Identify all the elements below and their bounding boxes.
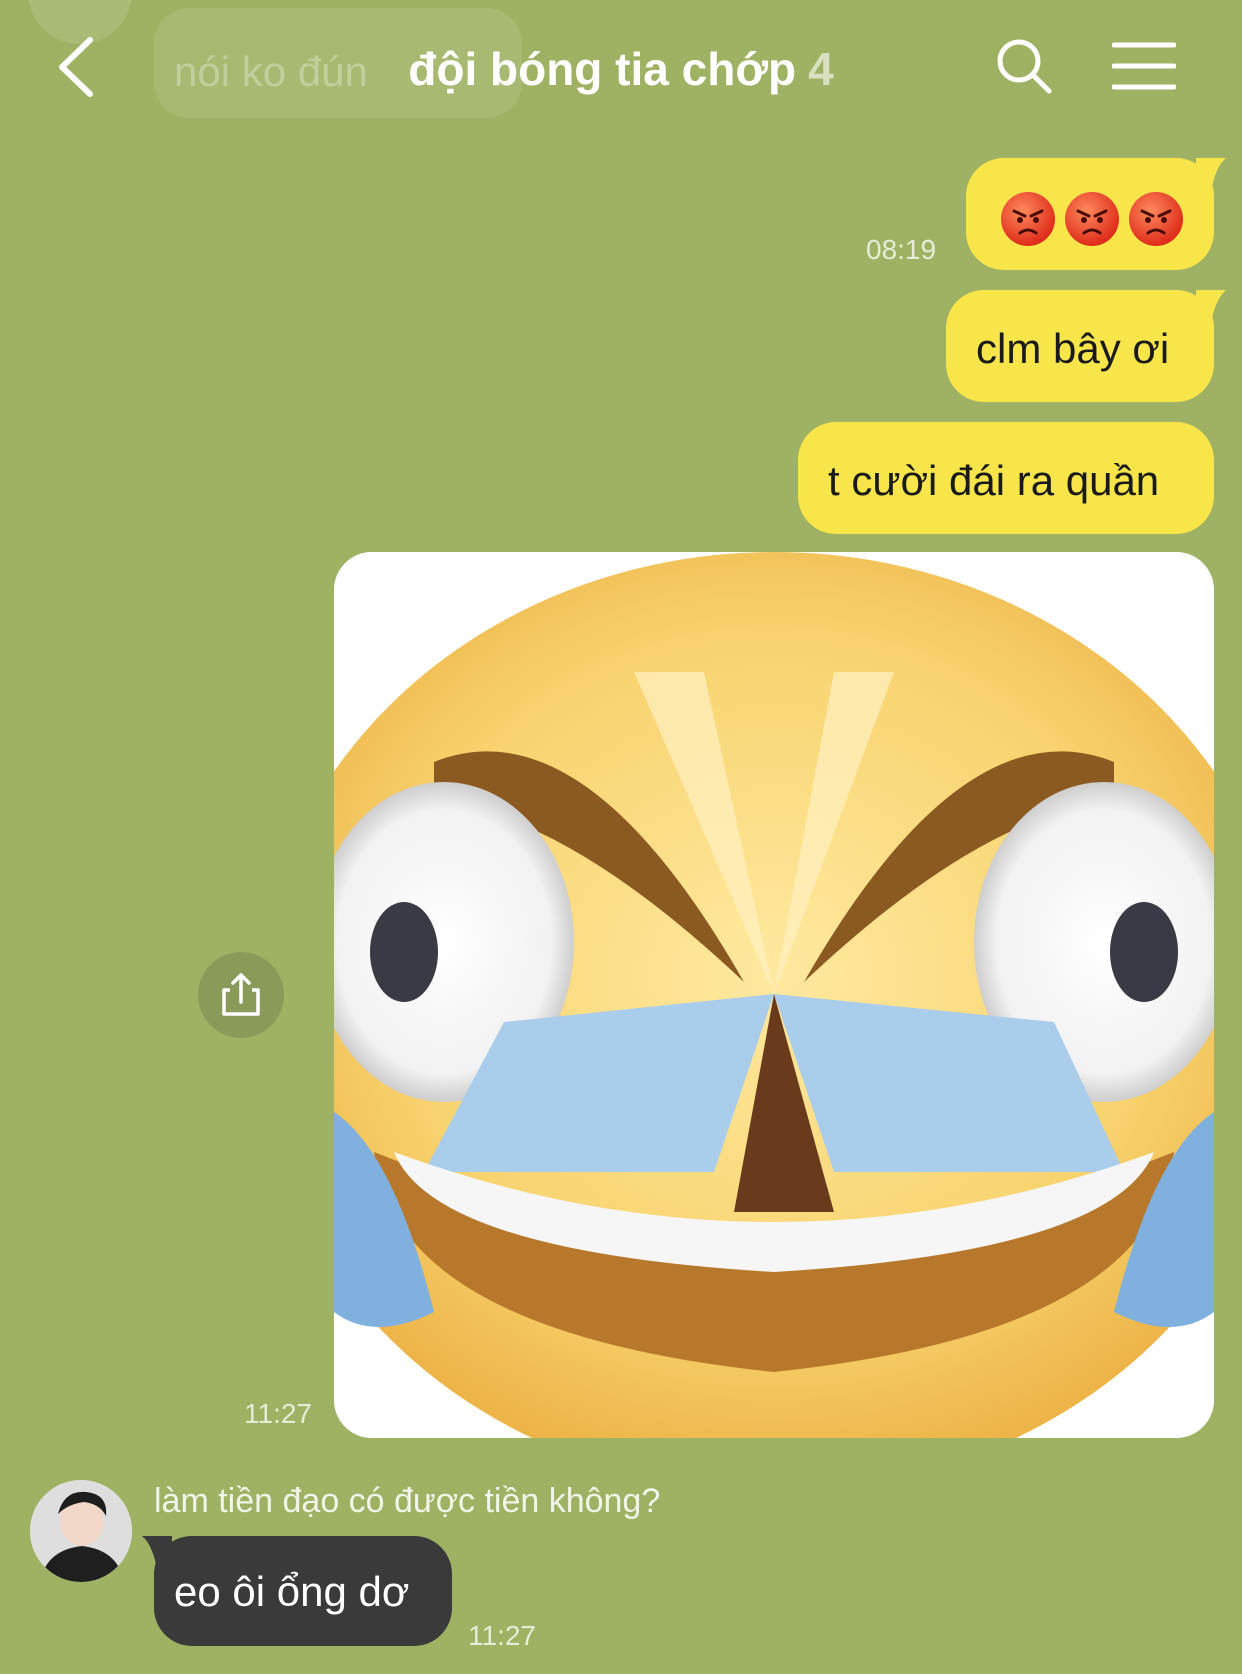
message-time: 08:19	[866, 234, 937, 265]
chat-header: đội bóng tia chớp 4	[0, 0, 1242, 135]
angry-face-icon	[1129, 192, 1183, 246]
bubble-tail	[1196, 158, 1226, 198]
group-name: đội bóng tia chớp	[408, 43, 797, 95]
member-count: 4	[808, 43, 834, 95]
emoji-row	[1001, 192, 1183, 246]
image-message[interactable]	[334, 552, 1214, 1438]
angry-face-icon	[1065, 192, 1119, 246]
distorted-laughing-emoji-image	[334, 552, 1214, 1438]
message-text: eo ôi ổng dơ	[174, 1568, 410, 1615]
message-bubble[interactable]: clm bây ơi	[946, 290, 1214, 402]
message-bubble[interactable]: t cười đái ra quần	[798, 422, 1214, 534]
message-text: clm bây ơi	[976, 325, 1170, 372]
search-icon	[997, 39, 1052, 94]
message-bubble-incoming[interactable]: eo ôi ổng dơ	[154, 1536, 452, 1646]
share-button[interactable]	[198, 952, 284, 1038]
share-icon	[222, 973, 260, 1016]
message-text: t cười đái ra quần	[828, 457, 1160, 504]
sender-name: làm tiền đạo có được tiền không?	[154, 1482, 661, 1520]
bubble-tail	[1196, 290, 1226, 330]
menu-icon	[1111, 42, 1177, 90]
search-button[interactable]	[994, 36, 1054, 96]
message-time: 11:27	[244, 1398, 312, 1429]
menu-button[interactable]	[1111, 40, 1177, 92]
chat-title: đội bóng tia chớp 4	[0, 42, 1242, 96]
angry-face-icon	[1001, 192, 1055, 246]
message-time: 11:27	[468, 1620, 536, 1651]
avatar[interactable]	[30, 1480, 132, 1582]
message-bubble-emoji[interactable]	[966, 158, 1214, 270]
user-avatar-image	[30, 1480, 132, 1582]
